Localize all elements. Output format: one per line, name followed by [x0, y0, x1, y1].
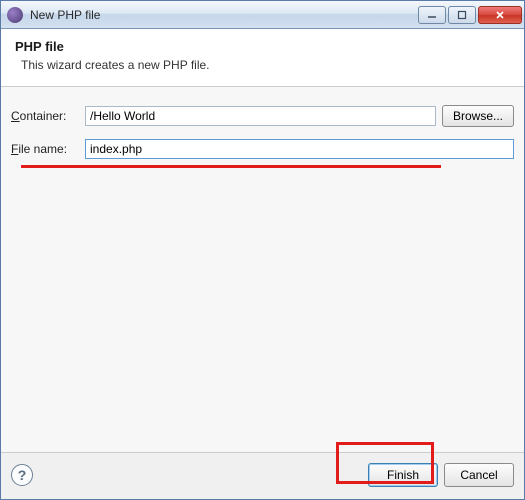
container-row: Container: Browse... — [11, 105, 514, 127]
browse-button[interactable]: Browse... — [442, 105, 514, 127]
finish-button[interactable]: Finish — [368, 463, 438, 487]
help-icon[interactable]: ? — [11, 464, 33, 486]
wizard-heading: PHP file — [15, 39, 510, 54]
eclipse-icon — [7, 7, 23, 23]
container-input[interactable] — [85, 106, 436, 126]
cancel-button[interactable]: Cancel — [444, 463, 514, 487]
filename-row: File name: — [11, 139, 514, 159]
close-button[interactable] — [478, 6, 522, 24]
maximize-button[interactable] — [448, 6, 476, 24]
filename-label: File name: — [11, 142, 79, 156]
content-spacer — [11, 168, 514, 442]
wizard-description: This wizard creates a new PHP file. — [15, 58, 510, 72]
wizard-footer: ? Finish Cancel — [1, 452, 524, 499]
window-title: New PHP file — [28, 8, 413, 22]
dialog-window: New PHP file PHP file This wizard create… — [0, 0, 525, 500]
wizard-content: Container: Browse... File name: — [1, 87, 524, 452]
window-controls — [418, 6, 522, 24]
footer-buttons: Finish Cancel — [368, 463, 514, 487]
wizard-banner: PHP file This wizard creates a new PHP f… — [1, 29, 524, 87]
minimize-button[interactable] — [418, 6, 446, 24]
filename-input[interactable] — [85, 139, 514, 159]
container-label: Container: — [11, 109, 79, 123]
titlebar[interactable]: New PHP file — [1, 1, 524, 29]
